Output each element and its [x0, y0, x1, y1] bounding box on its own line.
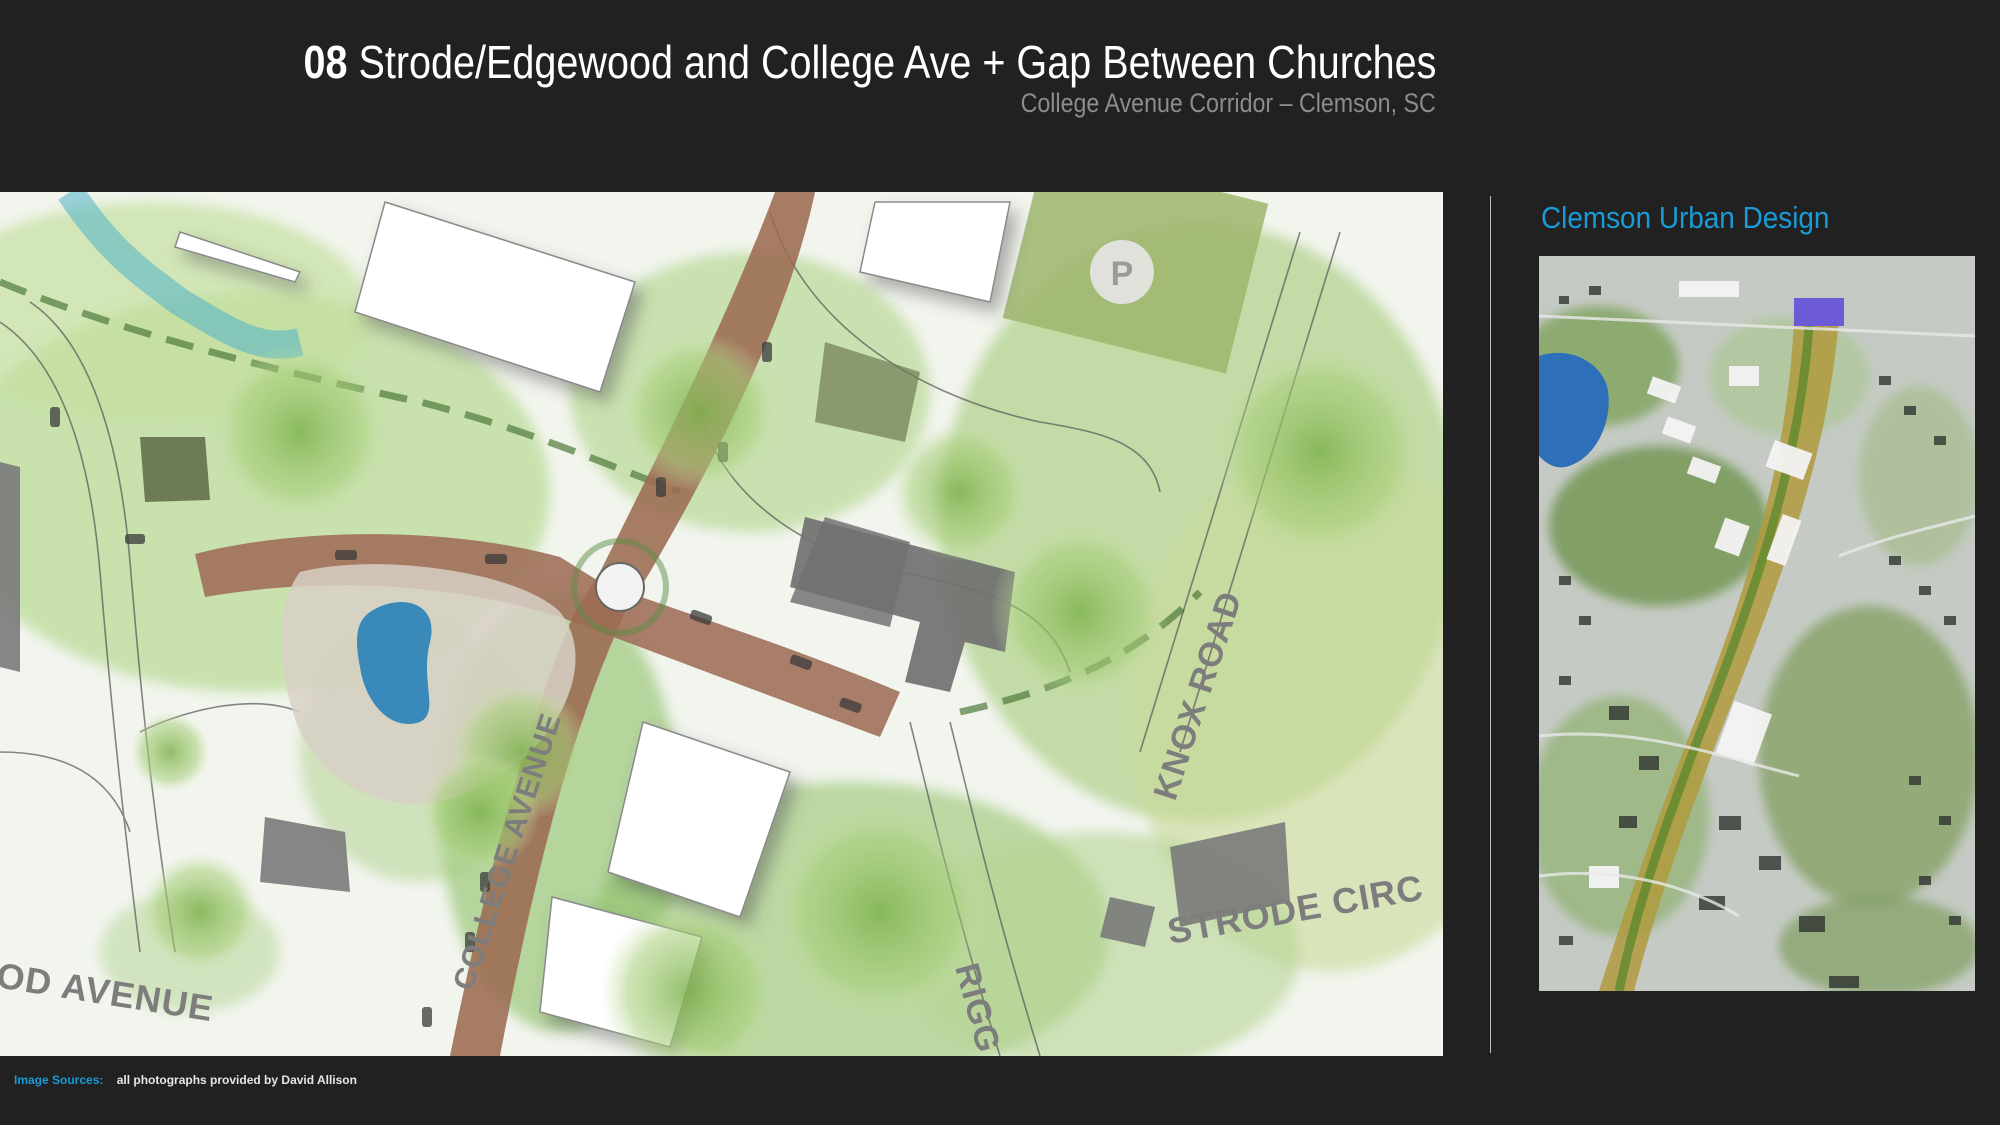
site-plan-map[interactable]: P KNOX ROAD STRODE CIRC COLLEGE AVENUE O…	[0, 192, 1443, 1056]
parking-symbol: P	[1111, 255, 1134, 293]
image-sources-label: Image Sources:	[14, 1073, 104, 1087]
title-text: Strode/Edgewood and College Ave + Gap Be…	[357, 36, 1436, 88]
page-title: 08 Strode/Edgewood and College Ave + Gap…	[303, 34, 1436, 90]
title-number: 08	[302, 36, 347, 88]
corridor-overview-map[interactable]	[1539, 256, 1975, 991]
sidebar-title: Clemson Urban Design	[1541, 200, 1830, 235]
dark-roof-building	[140, 437, 210, 502]
image-sources: Image Sources: all photographs provided …	[14, 1073, 357, 1087]
overview-highlight-building	[1794, 298, 1844, 326]
roundabout-island	[595, 562, 645, 612]
image-sources-text: all photographs provided by David Alliso…	[116, 1073, 357, 1087]
vertical-divider	[1490, 196, 1491, 1053]
page-subtitle: College Avenue Corridor – Clemson, SC	[1020, 88, 1436, 118]
